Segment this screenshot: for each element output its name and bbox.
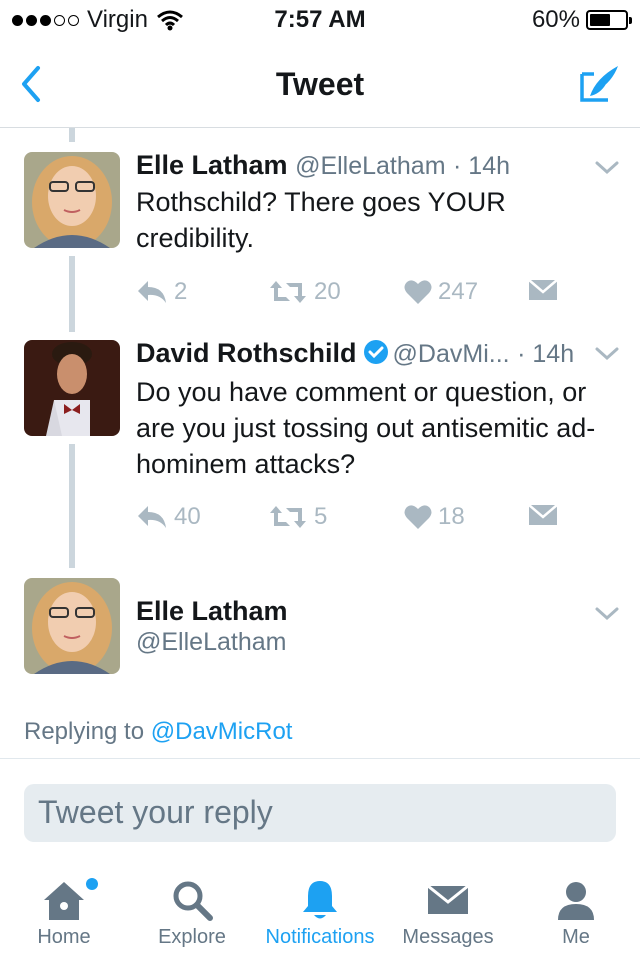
avatar-elle-image: [24, 152, 120, 248]
status-bar: Virgin 7:57 AM 60%: [0, 0, 640, 40]
composer-author-name: Elle Latham: [136, 596, 288, 626]
reply-count: 2: [174, 278, 188, 305]
reply-count: 40: [174, 503, 201, 530]
avatar-david-image: [24, 340, 120, 436]
avatar[interactable]: [24, 340, 120, 436]
thread-line: [69, 128, 75, 142]
retweet-button[interactable]: 5: [268, 503, 327, 531]
battery-info: 60%: [531, 6, 632, 34]
tab-messages[interactable]: Messages: [396, 862, 500, 960]
reply-icon: [138, 506, 166, 528]
tab-me[interactable]: Me: [532, 862, 620, 960]
tweet-text: Do you have comment or question, or are …: [136, 377, 596, 479]
search-icon: [173, 881, 213, 921]
avatar[interactable]: [24, 152, 120, 248]
tab-label: Home: [37, 926, 91, 948]
battery-fill: [590, 14, 611, 26]
dm-button[interactable]: [528, 503, 558, 527]
thread-line: [69, 256, 75, 332]
home-icon: [44, 882, 84, 920]
replying-to: Replying to @DavMicRot: [24, 718, 292, 746]
chevron-down-icon[interactable]: [594, 346, 620, 362]
reply-icon: [138, 281, 166, 303]
like-button[interactable]: 18: [404, 503, 465, 531]
reply-input[interactable]: Tweet your reply: [24, 784, 616, 842]
retweet-icon: [270, 506, 306, 528]
envelope-icon: [528, 504, 558, 525]
tab-label: Messages: [402, 926, 494, 948]
battery-percent: 60%: [531, 6, 580, 33]
retweet-count: 5: [314, 503, 328, 530]
verified-badge-icon: [363, 340, 388, 364]
composer-author-handle: @ElleLatham: [136, 628, 287, 656]
tab-label: Notifications: [265, 926, 375, 948]
retweet-icon: [270, 281, 306, 303]
divider: [0, 758, 640, 759]
compose-icon[interactable]: [576, 60, 624, 108]
replying-mention[interactable]: @DavMicRot: [151, 718, 293, 745]
like-count: 18: [438, 503, 465, 530]
tweet-actions: 40 5 18: [136, 503, 576, 535]
tab-label: Me: [562, 926, 590, 948]
like-count: 247: [438, 278, 479, 305]
tab-bar: Home Explore Notifications Messages Me: [0, 862, 640, 960]
retweet-count: 20: [314, 278, 341, 305]
heart-icon: [404, 280, 432, 304]
envelope-icon: [427, 884, 469, 914]
person-icon: [558, 882, 594, 920]
tab-explore[interactable]: Explore: [148, 862, 236, 960]
replying-prefix: Replying to: [24, 718, 145, 745]
tweet-author: David Rothschild @DavMi... · 14h: [136, 338, 574, 369]
dm-button[interactable]: [528, 278, 558, 302]
reply-button[interactable]: 2: [136, 278, 187, 306]
retweet-button[interactable]: 20: [268, 278, 341, 306]
battery-icon: [586, 10, 632, 30]
notification-dot: [86, 878, 98, 890]
author-name: Elle Latham: [136, 150, 288, 180]
like-button[interactable]: 247: [404, 278, 478, 306]
tweet-author: Elle Latham @ElleLatham · 14h: [136, 150, 510, 181]
chevron-down-icon[interactable]: [594, 160, 620, 176]
tweet-actions: 2 20 247: [136, 278, 576, 310]
author-handle: @ElleLatham: [295, 152, 446, 180]
author-name: David Rothschild: [136, 338, 357, 368]
tab-home[interactable]: Home: [20, 862, 108, 960]
bell-icon: [303, 881, 337, 919]
tweet-time: · 14h: [453, 152, 511, 180]
tweet-text: Rothschild? There goes YOUR credibility.: [136, 187, 506, 253]
author-handle: @DavMi...: [392, 340, 510, 368]
envelope-icon: [528, 279, 558, 300]
page-title: Tweet: [275, 66, 365, 102]
tweet-time: · 14h: [517, 340, 575, 368]
thread-line: [69, 444, 75, 568]
tab-notifications[interactable]: Notifications: [256, 862, 384, 960]
reply-button[interactable]: 40: [136, 503, 201, 531]
avatar[interactable]: [24, 578, 120, 674]
nav-bar: Tweet: [0, 40, 640, 128]
heart-icon: [404, 505, 432, 529]
tab-label: Explore: [158, 926, 226, 948]
avatar-elle-image: [24, 578, 120, 674]
chevron-down-icon[interactable]: [594, 606, 620, 622]
